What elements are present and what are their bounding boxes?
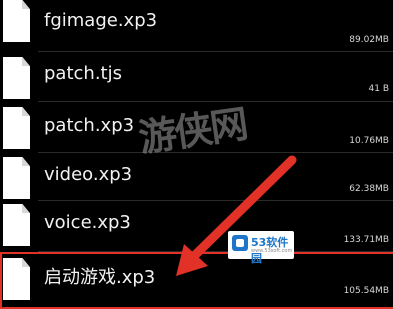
divider	[38, 251, 393, 252]
file-name: patch.xp3	[44, 115, 135, 136]
file-size: 62.38MB	[349, 184, 389, 194]
file-row-start-game[interactable]: 启动游戏.xp3 105.54MB	[0, 254, 393, 306]
file-row-voice[interactable]: voice.xp3 133.71MB	[0, 201, 393, 253]
file-row-patch-xp3[interactable]: patch.xp3 10.76MB	[0, 102, 393, 154]
file-size: 133.71MB	[343, 235, 389, 245]
file-size: 105.54MB	[343, 286, 389, 296]
file-icon	[3, 157, 30, 199]
file-name: patch.tjs	[44, 63, 122, 84]
file-size: 10.76MB	[349, 136, 389, 146]
file-name: voice.xp3	[44, 212, 131, 233]
file-row-video[interactable]: video.xp3 62.38MB	[0, 153, 393, 205]
file-name: 启动游戏.xp3	[44, 267, 156, 288]
file-icon	[3, 258, 30, 300]
file-name: fgimage.xp3	[44, 10, 158, 31]
file-name: video.xp3	[44, 164, 133, 185]
file-icon	[3, 0, 30, 42]
file-icon	[3, 107, 30, 149]
file-icon	[3, 204, 30, 246]
file-icon	[3, 57, 30, 99]
file-row-patch-tjs[interactable]: patch.tjs 41 B	[0, 52, 393, 104]
file-size: 41 B	[368, 84, 390, 94]
file-size: 89.02MB	[349, 35, 389, 45]
file-row-fgimage[interactable]: fgimage.xp3 89.02MB	[0, 0, 393, 52]
